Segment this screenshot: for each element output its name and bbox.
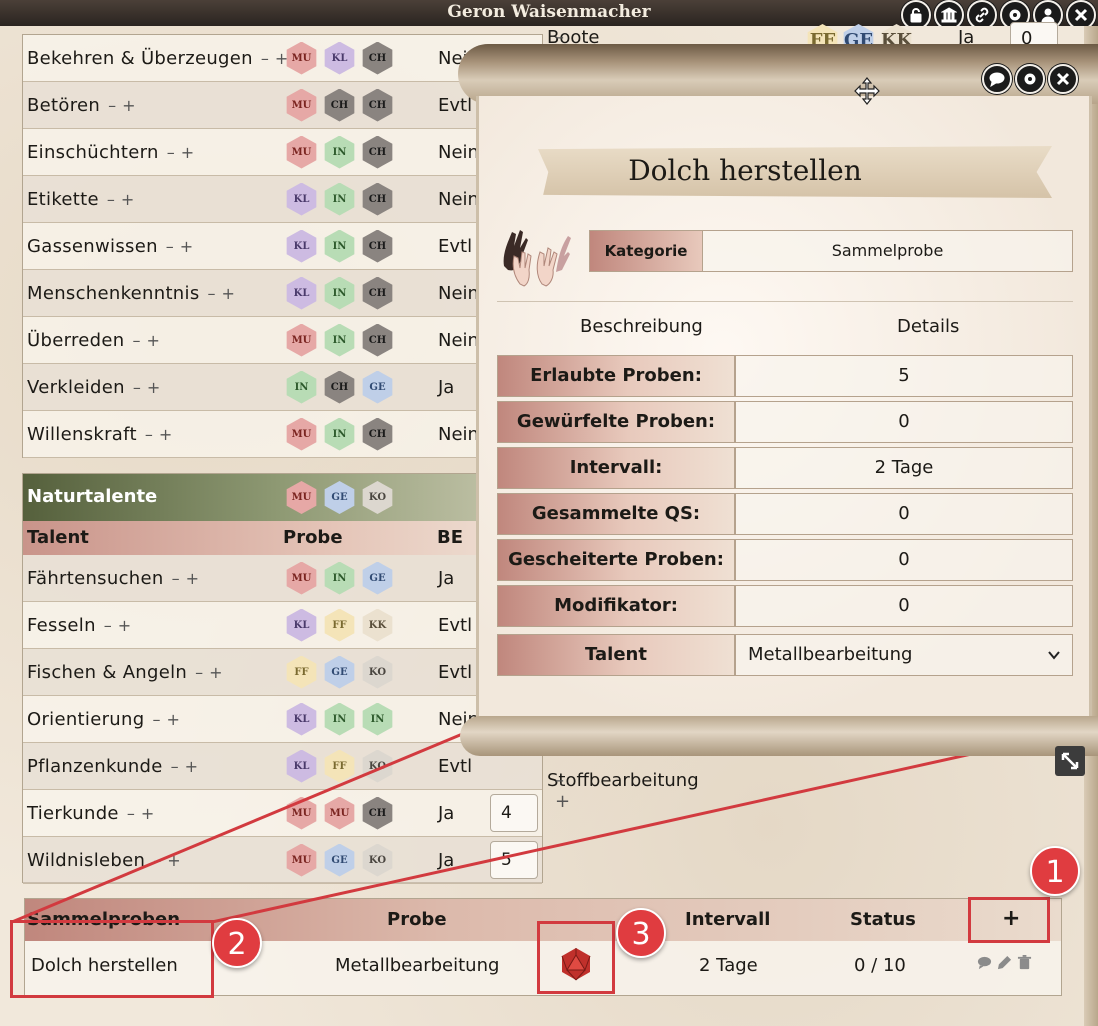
- detail-label: Intervall:: [497, 447, 735, 489]
- chevron-down-icon: [1048, 651, 1060, 660]
- talent-select-value: Metallbearbeitung: [748, 644, 913, 665]
- detail-label: Gewürfelte Proben:: [497, 401, 735, 443]
- detail-row: Modifikator: 0: [497, 585, 1073, 627]
- tab-details[interactable]: Details: [897, 316, 959, 337]
- detail-label: Erlaubte Proben:: [497, 355, 735, 397]
- detail-value: 5: [735, 355, 1073, 397]
- highlight-box-add: [968, 897, 1050, 943]
- chat-icon[interactable]: [982, 64, 1012, 94]
- detail-row: Gesammelte QS: 0: [497, 493, 1073, 535]
- detail-value: 0: [735, 585, 1073, 627]
- detail-label: Gescheiterte Proben:: [497, 539, 735, 581]
- talent-select[interactable]: Metallbearbeitung: [735, 634, 1073, 676]
- detail-value: 2 Tage: [735, 447, 1073, 489]
- resize-icon[interactable]: [1055, 746, 1085, 776]
- tab-beschreibung[interactable]: Beschreibung: [580, 316, 703, 337]
- detail-row: Gewürfelte Proben: 0: [497, 401, 1073, 443]
- annotation-badge-1: 1: [1030, 846, 1080, 896]
- detail-value: 0: [735, 539, 1073, 581]
- kategorie-value: Sammelprobe: [702, 230, 1073, 272]
- hands-icon: [498, 226, 572, 292]
- detail-value: 0: [735, 401, 1073, 443]
- detail-row: Erlaubte Proben: 5: [497, 355, 1073, 397]
- close-icon[interactable]: [1048, 64, 1078, 94]
- detail-value: 0: [735, 493, 1073, 535]
- talent-label: Talent: [497, 634, 735, 676]
- annotation-badge-3: 3: [616, 908, 666, 958]
- detail-label: Gesammelte QS:: [497, 493, 735, 535]
- move-icon[interactable]: [852, 76, 882, 110]
- tab-divider: [497, 301, 1073, 302]
- highlight-box-name: [10, 920, 214, 998]
- detail-row: Gescheiterte Proben: 0: [497, 539, 1073, 581]
- popup-title: Dolch herstellen: [628, 154, 862, 187]
- highlight-box-dice: [537, 921, 615, 994]
- detail-label: Modifikator:: [497, 585, 735, 627]
- popup-scroll-bottom: [460, 716, 1098, 756]
- gear-icon[interactable]: [1015, 64, 1045, 94]
- popup-controls: [982, 64, 1078, 94]
- annotation-badge-2: 2: [212, 918, 262, 968]
- detail-row: Intervall: 2 Tage: [497, 447, 1073, 489]
- kategorie-label: Kategorie: [589, 230, 703, 272]
- talent-row: Talent Metallbearbeitung: [497, 634, 1073, 676]
